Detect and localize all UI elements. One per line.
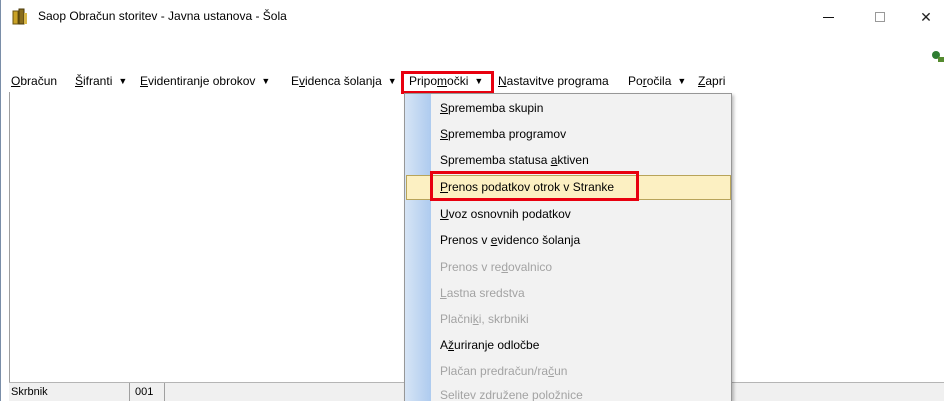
toolbar-tool-icon[interactable] [931, 49, 944, 63]
menu-item-prenos-v-redovalnico: Prenos v redovalnico [440, 257, 552, 277]
menu-label-accel: N [498, 74, 507, 88]
menu-icon-gutter [405, 94, 431, 401]
close-button[interactable]: ✕ [911, 6, 941, 28]
menu-label-accel: Š [75, 74, 84, 88]
menu-evidentiranje-obrokov[interactable]: Evidentiranje obrokov ▼ [140, 72, 270, 90]
status-separator [129, 383, 130, 401]
menu-item-placan-predracun: Plačan predračun/račun [440, 361, 567, 381]
app-icon [12, 8, 27, 25]
item-label-post: prememba skupin [448, 101, 544, 115]
menu-label-pre: Po [628, 74, 643, 88]
annotation-highlight-menu [401, 71, 494, 94]
menu-item-sprememba-statusa-aktiven[interactable]: Sprememba statusa aktiven [440, 150, 589, 170]
minimize-button[interactable] [813, 6, 843, 28]
menu-item-prenos-v-evidenco[interactable]: Prenos v evidenco šolanja [440, 230, 580, 250]
menu-item-selitev-zdruzene: Selitev združene položnice [440, 385, 583, 401]
item-label-post: ovalnico [508, 260, 553, 274]
menu-label-post: apri [705, 74, 726, 88]
menu-label-accel: E [140, 74, 149, 88]
menu-item-lastna-sredstva: Lastna sredstva [440, 283, 525, 303]
menu-label-post: bračun [20, 74, 58, 88]
item-label-accel: S [440, 127, 449, 141]
menu-label-post: videntiranje obrokov [148, 74, 256, 88]
menu-label-accel: O [11, 74, 21, 88]
menu-porocila[interactable]: Poročila ▼ [628, 72, 686, 90]
item-label-post: prememba programov [448, 127, 567, 141]
status-separator [164, 383, 165, 401]
menu-zapri[interactable]: Zapri [698, 72, 725, 90]
item-label-accel: L [440, 286, 447, 300]
menu-label-post: idenca šolanja [305, 74, 382, 88]
menu-item-uvoz-osnovnih-podatkov[interactable]: Uvoz osnovnih podatkov [440, 204, 571, 224]
item-label-pre: Plačan predračun/ra [440, 364, 549, 378]
menu-obracun[interactable]: Obračun [11, 72, 57, 90]
item-label-pre: Prenos v [440, 233, 491, 247]
item-label-pre: A [440, 338, 449, 352]
window-title: Saop Obračun storitev - Javna ustanova -… [38, 9, 287, 23]
item-label-post: videnco šolanja [497, 233, 581, 247]
item-label-post: voz osnovnih podatkov [448, 207, 571, 221]
menu-item-sprememba-skupin[interactable]: Sprememba skupin [440, 98, 543, 118]
app-window: Saop Obračun storitev - Javna ustanova -… [0, 0, 944, 401]
menu-nastavitve-programa[interactable]: Nastavitve programa [498, 72, 609, 90]
menu-label-post: očila [646, 74, 672, 88]
menu-evidenca-solanja[interactable]: Evidenca šolanja ▼ [291, 72, 397, 90]
item-label-pre: Prenos v re [440, 260, 502, 274]
dropdown-arrow-icon: ▼ [387, 76, 397, 86]
item-label-post: ktiven [557, 153, 589, 167]
menu-label-post: astavitve programa [506, 74, 609, 88]
menu-label-pre: E [291, 74, 300, 88]
item-label-post: un [554, 364, 568, 378]
dropdown-arrow-icon: ▼ [118, 76, 128, 86]
menu-item-azuriranje-odlocbe[interactable]: Ažuriranje odločbe [440, 335, 539, 355]
menu-item-sprememba-programov[interactable]: Sprememba programov [440, 124, 566, 144]
status-value: 001 [135, 386, 154, 398]
item-label-post: astna sredstva [446, 286, 525, 300]
item-label-accel: U [440, 207, 449, 221]
menu-item-placniki-skrbniki: Plačniki, skrbniki [440, 309, 529, 329]
menu-label-post: ifranti [83, 74, 113, 88]
dropdown-arrow-icon: ▼ [261, 76, 271, 86]
close-icon: ✕ [920, 8, 932, 25]
status-label: Skrbnik [11, 386, 48, 398]
item-label-accel: S [440, 101, 449, 115]
annotation-highlight-item [430, 171, 639, 201]
menu-sifranti[interactable]: Šifranti ▼ [75, 72, 127, 90]
item-label-pre: Plačni [440, 312, 473, 326]
client-area-border [9, 92, 10, 382]
title-bar: Saop Obračun storitev - Javna ustanova -… [1, 0, 944, 34]
item-label-pre: Sprememba statusa [440, 153, 551, 167]
maximize-button[interactable] [865, 6, 895, 28]
pripomocki-dropdown-menu: Sprememba skupin Sprememba programov Spr… [404, 93, 732, 401]
item-label-post: uriranje odločbe [454, 338, 540, 352]
dropdown-arrow-icon: ▼ [677, 76, 687, 86]
maximize-icon [875, 12, 885, 22]
minimize-icon [822, 16, 834, 18]
item-label-pre: Selitev združene položnice [440, 388, 583, 401]
item-label-post: i, skrbniki [478, 312, 529, 326]
